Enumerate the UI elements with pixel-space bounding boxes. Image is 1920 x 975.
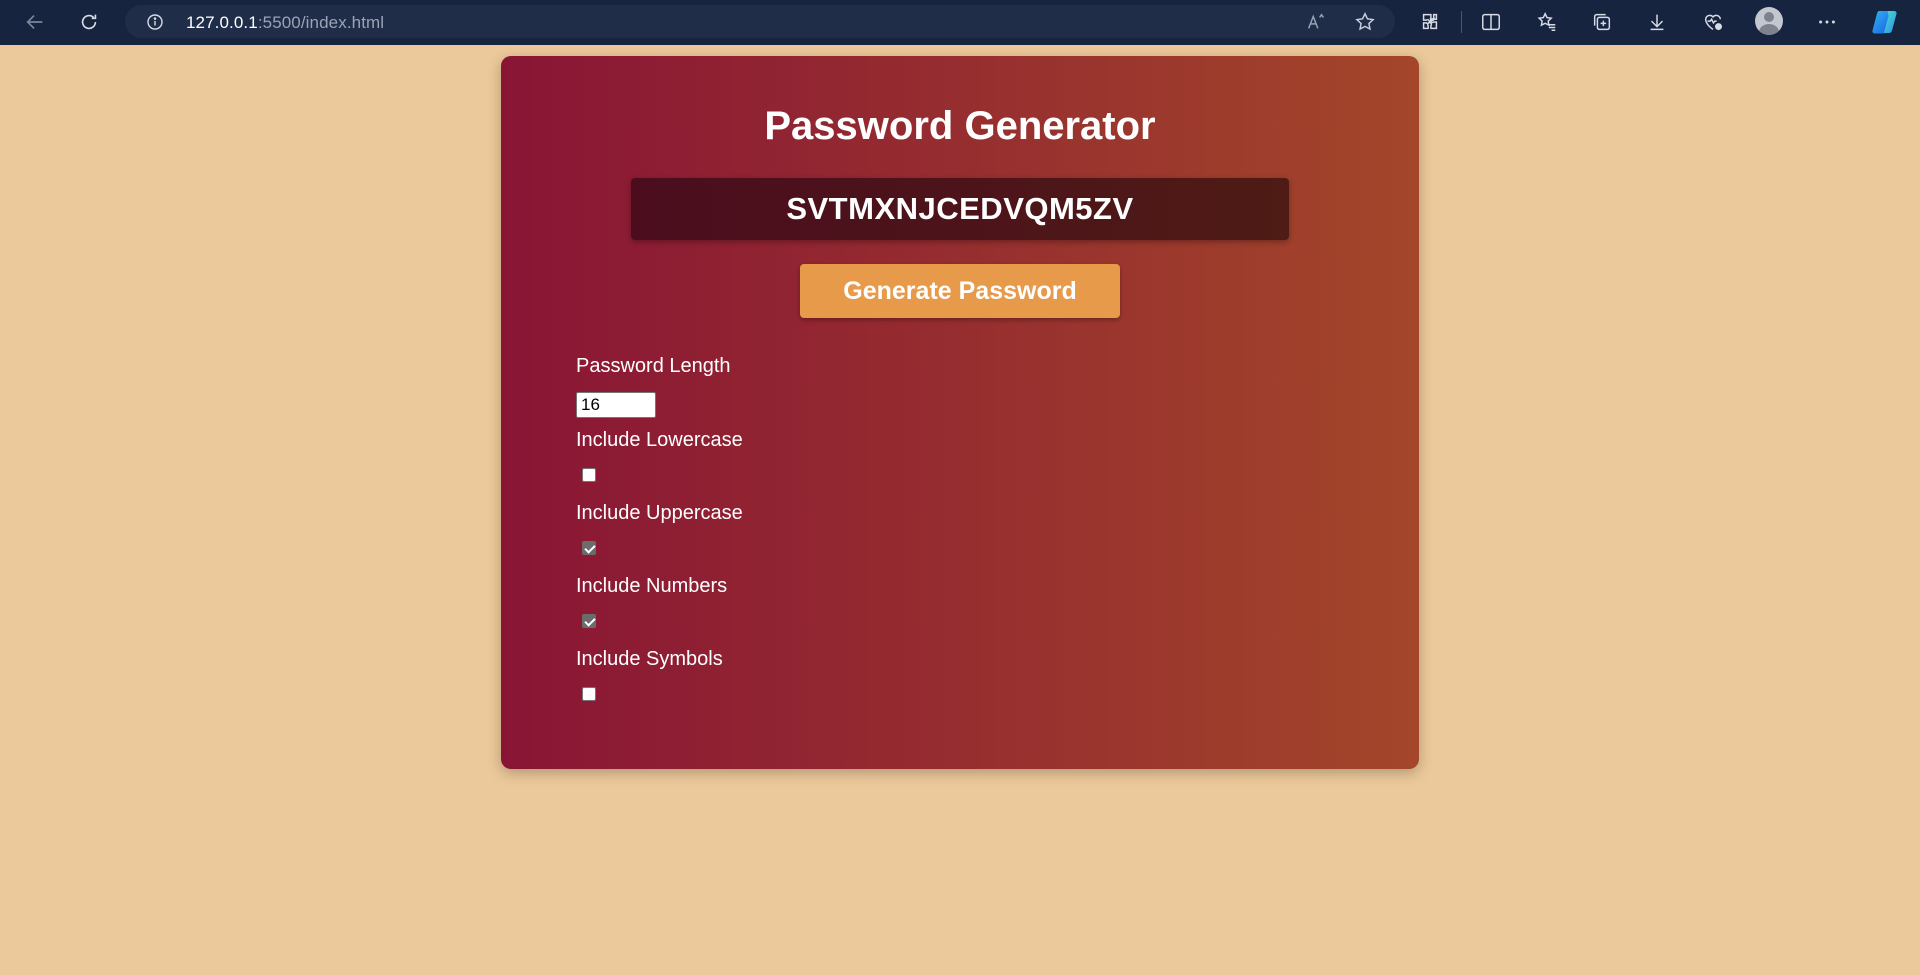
- profile-avatar[interactable]: [1755, 7, 1783, 35]
- url-host: 127.0.0.1: [186, 13, 258, 32]
- include-lowercase-label: Include Lowercase: [576, 429, 743, 451]
- read-aloud-icon[interactable]: [1305, 11, 1327, 33]
- url-path: :5500/index.html: [257, 13, 385, 32]
- more-options-icon[interactable]: [1814, 9, 1840, 35]
- toolbar-divider: [1461, 11, 1462, 33]
- password-display: SVTMXNJCEDVQM5ZV: [631, 178, 1289, 240]
- downloads-icon[interactable]: [1644, 9, 1670, 35]
- include-symbols-label: Include Symbols: [576, 648, 723, 670]
- copilot-icon[interactable]: [1870, 7, 1900, 37]
- url-text[interactable]: 127.0.0.1:5500/index.html: [186, 13, 384, 33]
- password-length-label: Password Length: [576, 355, 731, 377]
- page-title: Password Generator: [764, 104, 1156, 148]
- back-icon[interactable]: [17, 8, 53, 36]
- include-uppercase-label: Include Uppercase: [576, 502, 743, 524]
- browser-essentials-icon[interactable]: [1700, 9, 1726, 35]
- include-numbers-checkbox[interactable]: [582, 614, 596, 628]
- password-length-input[interactable]: [576, 392, 656, 418]
- address-bar[interactable]: 127.0.0.1:5500/index.html: [125, 5, 1395, 38]
- site-info-icon[interactable]: [147, 14, 163, 30]
- collections-icon[interactable]: [1589, 9, 1615, 35]
- browser-toolbar: 127.0.0.1:5500/index.html: [0, 0, 1920, 45]
- include-symbols-checkbox[interactable]: [582, 687, 596, 701]
- password-generator-card: Password Generator SVTMXNJCEDVQM5ZV Gene…: [501, 56, 1419, 769]
- extensions-icon[interactable]: [1417, 9, 1443, 35]
- split-screen-icon[interactable]: [1478, 9, 1504, 35]
- favorite-star-icon[interactable]: [1354, 11, 1376, 33]
- refresh-icon[interactable]: [71, 8, 107, 36]
- include-uppercase-checkbox[interactable]: [582, 541, 596, 555]
- include-numbers-label: Include Numbers: [576, 575, 728, 597]
- generate-password-button[interactable]: Generate Password: [800, 264, 1120, 318]
- favorites-icon[interactable]: [1534, 9, 1560, 35]
- include-lowercase-checkbox[interactable]: [582, 468, 596, 482]
